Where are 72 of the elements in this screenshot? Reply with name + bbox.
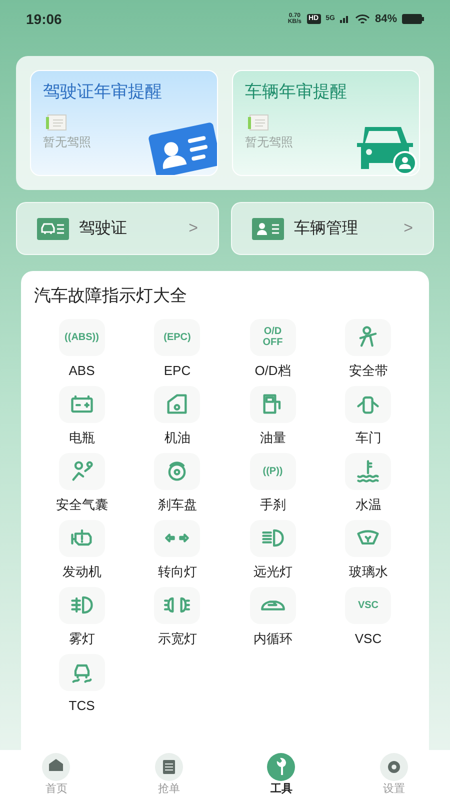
status-time: 19:06 [26, 10, 62, 28]
signal-icon [340, 15, 350, 23]
indicator-label: 玻璃水 [348, 562, 388, 580]
indicator-item[interactable]: 玻璃水 [320, 520, 416, 580]
indicator-label: 机油 [164, 428, 190, 446]
chevron: > [188, 218, 198, 238]
shortcut-label: 车辆管理 [294, 218, 359, 238]
indicator-symbol: ((ABS)) [64, 332, 99, 342]
indicator-label: 雾灯 [68, 630, 95, 648]
temp-icon [355, 458, 382, 484]
reminder-card[interactable]: 驾驶证年审提醒 暂无驾照 [30, 70, 218, 176]
indicator-label: 车门 [355, 428, 382, 446]
indicator-item[interactable]: 机油 [130, 386, 225, 446]
shortcut-label: 驾驶证 [79, 218, 128, 238]
person-card-icon [252, 218, 284, 240]
indicator-symbol: VSC [358, 600, 379, 610]
car-card-icon [37, 218, 69, 240]
indicator-label: ABS [68, 362, 95, 380]
reminder-title: 驾驶证年审提醒 [43, 81, 163, 103]
indicator-label: EPC [164, 362, 191, 380]
indicator-item[interactable]: ((P)) 手刹 [225, 452, 320, 514]
indicator-item[interactable]: ((ABS)) ABS [34, 318, 130, 380]
empty-text: 暂无驾照 [43, 134, 92, 150]
indicator-item[interactable]: 雾灯 [34, 586, 130, 648]
indicator-item[interactable]: 刹车盘 [130, 452, 225, 514]
indicator-label: 安全气囊 [56, 496, 108, 514]
indicator-label: 示宽灯 [158, 630, 197, 648]
orders-icon [154, 752, 183, 781]
empty-text: 暂无驾照 [245, 134, 294, 150]
indicator-label: 远光灯 [253, 562, 292, 580]
battery-icon [402, 14, 424, 24]
indicator-symbol: ((P)) [262, 466, 283, 476]
indicator-item[interactable]: 油量 [225, 386, 320, 446]
indicator-item[interactable]: 安全带 [320, 318, 416, 380]
battery-percent: 84% [374, 12, 397, 27]
indicator-label: 水温 [355, 496, 382, 514]
indicator-item[interactable]: VSC VSC [320, 586, 416, 648]
indicator-item[interactable]: 安全气囊 [34, 452, 130, 514]
shortcut-button[interactable]: 驾驶证 > [16, 202, 219, 255]
indicator-label: 手刹 [260, 496, 286, 514]
chevron: > [404, 218, 413, 238]
indicator-item[interactable]: 水温 [320, 452, 416, 514]
indicator-item[interactable]: (EPC) EPC [130, 318, 225, 380]
tools-icon [267, 752, 296, 781]
indicator-label: 内循环 [253, 630, 292, 648]
section-title: 汽车故障指示灯大全 [34, 285, 188, 307]
indicator-label: O/D档 [254, 362, 291, 380]
settings-icon [380, 752, 408, 781]
shortcut-button[interactable]: 车辆管理 > [231, 202, 434, 255]
indicator-item[interactable]: 示宽灯 [130, 586, 225, 648]
indicator-item[interactable]: 远光灯 [225, 520, 320, 580]
indicator-item[interactable]: TCS [34, 654, 130, 714]
indicator-label: 安全带 [348, 362, 388, 380]
indicator-item[interactable]: 发动机 [34, 520, 130, 580]
indicator-item[interactable]: 内循环 [225, 586, 320, 648]
wifi-icon [354, 14, 370, 24]
indicator-item[interactable]: 车门 [320, 386, 416, 446]
reminder-title: 车辆年审提醒 [245, 81, 348, 103]
nav-tab[interactable]: 工具 [241, 752, 322, 798]
indicator-label: 油量 [260, 428, 286, 446]
indicator-symbol: (EPC) [164, 332, 191, 342]
indicator-label: 刹车盘 [158, 496, 197, 514]
indicator-label: 电瓶 [68, 428, 95, 446]
indicator-item[interactable]: 电瓶 [34, 386, 130, 446]
indicator-label: VSC [354, 630, 382, 648]
indicator-label: TCS [68, 696, 95, 714]
indicator-label: 发动机 [62, 562, 102, 580]
indicator-item[interactable]: O/D OFF O/D档 [225, 318, 320, 380]
indicator-item[interactable]: 转向灯 [130, 520, 225, 580]
home-icon [42, 752, 70, 781]
indicator-label: 转向灯 [158, 562, 197, 580]
indicator-symbol: O/D OFF [262, 326, 283, 348]
